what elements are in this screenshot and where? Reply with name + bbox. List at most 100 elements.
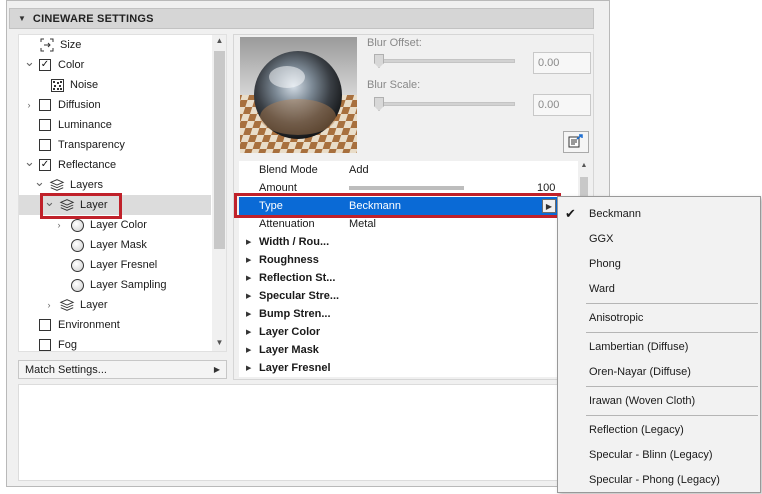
type-menu-item-label: Beckmann — [589, 207, 641, 220]
type-menu-item-label: Ward — [589, 282, 615, 295]
tree-scrollbar-thumb[interactable] — [214, 51, 225, 249]
tree-item[interactable]: ⌄ ✓ Reflectance — [19, 155, 211, 175]
type-menu-item[interactable]: Anisotropic — [558, 305, 760, 330]
size-icon — [39, 37, 55, 53]
scroll-up-icon[interactable]: ▲ — [212, 36, 226, 45]
type-menu-item[interactable]: Lambertian (Diffuse) — [558, 334, 760, 359]
property-name: Blend Mode — [259, 164, 318, 176]
expand-triangle-icon[interactable]: ▶ — [246, 310, 251, 318]
export-icon — [568, 133, 584, 151]
blur-offset-field[interactable]: 0.00 — [533, 52, 591, 74]
checkmark-icon: ✔ — [565, 205, 576, 221]
amount-slider[interactable] — [349, 186, 464, 190]
tree-item-checkbox[interactable] — [39, 99, 51, 111]
property-group-row[interactable]: ▶ Width / Rou... — [239, 233, 575, 251]
property-name: Bump Stren... — [259, 308, 331, 320]
dropdown-arrow-icon[interactable]: ▶ — [542, 199, 556, 213]
match-settings-button[interactable]: Match Settings... ▶ — [18, 360, 227, 379]
property-name: Layer Mask — [259, 344, 319, 356]
tree-item-checkbox[interactable] — [39, 319, 51, 331]
type-menu-item-label: Specular - Blinn (Legacy) — [589, 448, 713, 461]
type-menu-item[interactable]: Specular - Phong (Legacy) — [558, 467, 760, 492]
chevron-right-icon[interactable]: › — [24, 100, 34, 110]
chevron-down-icon[interactable]: ⌄ — [44, 195, 55, 208]
expand-triangle-icon[interactable]: ▶ — [246, 328, 251, 336]
tree-item[interactable]: Size — [19, 35, 211, 55]
panel-header[interactable]: ▼ CINEWARE SETTINGS — [9, 8, 594, 29]
tree-item-checkbox[interactable]: ✓ — [39, 59, 51, 71]
tree-item[interactable]: Layer Fresnel — [19, 255, 211, 275]
property-row[interactable]: Blend Mode Add — [239, 161, 575, 179]
blur-offset-slider[interactable] — [377, 59, 515, 63]
tree-item-checkbox[interactable]: ✓ — [39, 159, 51, 171]
blur-scale-slider[interactable] — [377, 102, 515, 106]
tree-item[interactable]: Environment — [19, 315, 211, 335]
tree-item[interactable]: › Layer — [19, 295, 211, 315]
property-value[interactable]: Beckmann — [349, 200, 401, 212]
property-group-row[interactable]: ▶ Bump Stren... — [239, 305, 575, 323]
property-row[interactable]: Attenuation Metal — [239, 215, 575, 233]
property-group-row[interactable]: ▶ Layer Color — [239, 323, 575, 341]
property-group-row[interactable]: ▶ Reflection St... — [239, 269, 575, 287]
property-group-row[interactable]: ▶ Layer Mask — [239, 341, 575, 359]
tree-item[interactable]: Layer Sampling — [19, 275, 211, 295]
tree-item-label: Layer — [80, 199, 108, 211]
expand-triangle-icon[interactable]: ▶ — [246, 346, 251, 354]
expand-triangle-icon[interactable]: ▶ — [246, 292, 251, 300]
expand-triangle-icon[interactable]: ▶ — [246, 238, 251, 246]
tree-item[interactable]: › Diffusion — [19, 95, 211, 115]
tree-item[interactable]: ⌄ ✓ Color — [19, 55, 211, 75]
blur-offset-label: Blur Offset: — [367, 37, 422, 49]
collapse-triangle-icon[interactable]: ▼ — [18, 14, 26, 23]
chevron-down-icon[interactable]: ⌄ — [34, 175, 45, 188]
tree-scrollbar[interactable]: ▲ ▼ — [212, 35, 226, 351]
tree-item[interactable]: Layer Mask — [19, 235, 211, 255]
tree-item[interactable]: ⌄ Layer — [19, 195, 211, 215]
layers-icon — [49, 177, 65, 193]
blur-scale-field[interactable]: 0.00 — [533, 94, 591, 116]
tree-item-checkbox[interactable] — [39, 139, 51, 151]
tree-item[interactable]: › Layer Color — [19, 215, 211, 235]
chevron-right-icon[interactable]: › — [44, 300, 54, 310]
type-menu-item[interactable]: Specular - Blinn (Legacy) — [558, 442, 760, 467]
chevron-right-icon[interactable]: › — [54, 220, 64, 230]
expand-triangle-icon[interactable]: ▶ — [246, 256, 251, 264]
tree-item[interactable]: Luminance — [19, 115, 211, 135]
chevron-down-icon[interactable]: ⌄ — [24, 55, 35, 68]
property-group-row[interactable]: ▶ Layer Fresnel — [239, 359, 575, 377]
type-menu-item[interactable]: Ward — [558, 276, 760, 301]
chevron-down-icon[interactable]: ⌄ — [24, 155, 35, 168]
tree-item-checkbox[interactable] — [39, 119, 51, 131]
property-name: Roughness — [259, 254, 319, 266]
layers-icon — [59, 197, 75, 213]
scroll-down-icon[interactable]: ▼ — [212, 338, 226, 347]
menu-separator — [586, 386, 758, 387]
type-menu-item[interactable]: ✔ Beckmann — [558, 201, 760, 226]
tree-item-label: Transparency — [58, 139, 125, 151]
tree-item-label: Layer Mask — [90, 239, 147, 251]
property-row[interactable]: Type Beckmann ▶ — [239, 197, 575, 215]
tree-item-label: Environment — [58, 319, 120, 331]
tree-item-label: Layer — [80, 299, 108, 311]
type-menu-item[interactable]: Reflection (Legacy) — [558, 417, 760, 442]
tree-item-label: Layer Sampling — [90, 279, 167, 291]
scroll-up-icon[interactable]: ▲ — [578, 162, 590, 169]
type-menu-item[interactable]: Irawan (Woven Cloth) — [558, 388, 760, 413]
type-menu-item[interactable]: GGX — [558, 226, 760, 251]
property-row[interactable]: Amount 100 — [239, 179, 575, 197]
tree-item[interactable]: ⌄ Layers — [19, 175, 211, 195]
tree-item[interactable]: Noise — [19, 75, 211, 95]
property-group-row[interactable]: ▶ Roughness — [239, 251, 575, 269]
expand-triangle-icon[interactable]: ▶ — [246, 274, 251, 282]
property-group-row[interactable]: ▶ Specular Stre... — [239, 287, 575, 305]
menu-separator — [586, 415, 758, 416]
tree-item[interactable]: Fog — [19, 335, 211, 351]
expand-triangle-icon[interactable]: ▶ — [246, 364, 251, 372]
shader-circle-icon — [69, 237, 85, 253]
type-menu-item[interactable]: Phong — [558, 251, 760, 276]
tree-item[interactable]: Transparency — [19, 135, 211, 155]
export-preset-button[interactable] — [563, 131, 589, 153]
tree-item-label: Layer Color — [90, 219, 147, 231]
type-menu-item[interactable]: Oren-Nayar (Diffuse) — [558, 359, 760, 384]
tree-item-checkbox[interactable] — [39, 339, 51, 351]
